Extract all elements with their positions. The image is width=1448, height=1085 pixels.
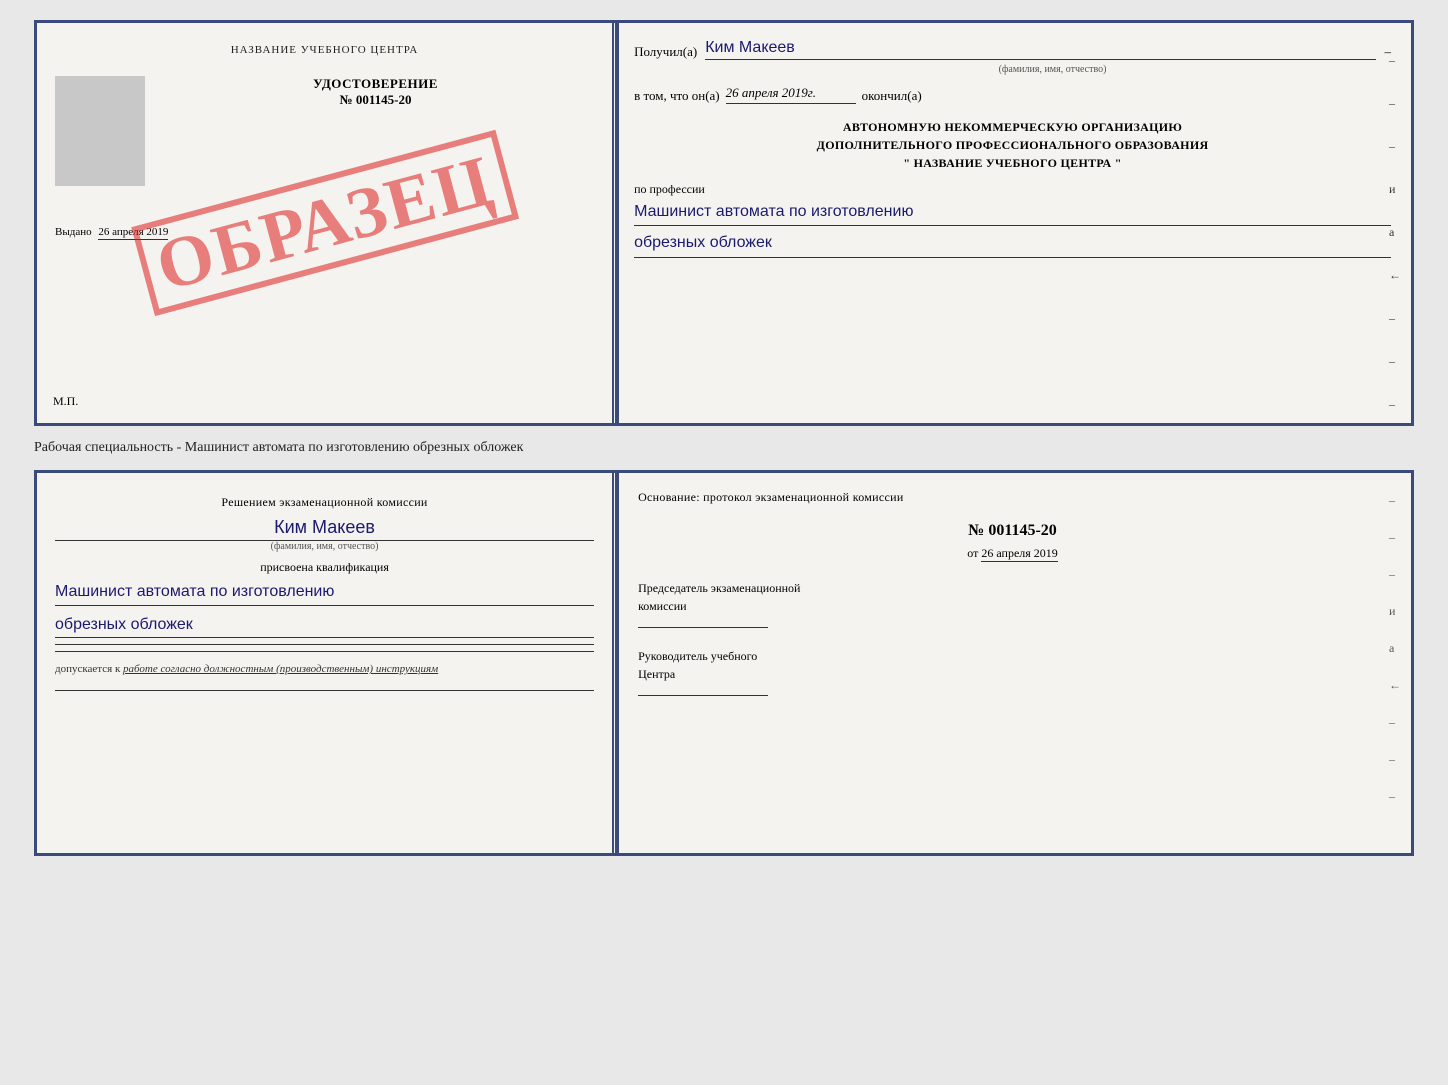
chairman-block: Председатель экзаменационной комиссии (638, 579, 1387, 633)
org-block: АВТОНОМНУЮ НЕКОММЕРЧЕСКУЮ ОРГАНИЗАЦИЮ ДО… (634, 118, 1391, 172)
mp-label: М.П. (53, 394, 78, 409)
protocol-date: от 26 апреля 2019 (638, 546, 1387, 561)
cert-label: УДОСТОВЕРЕНИЕ (157, 76, 594, 92)
between-specialty-label: Рабочая специальность - Машинист автомат… (34, 438, 1414, 458)
chairman-sig-line (638, 627, 768, 628)
chairman-label2: комиссии (638, 597, 1387, 615)
date-value: 26 апреля 2019г. (726, 85, 856, 104)
chairman-label: Председатель экзаменационной (638, 579, 1387, 597)
cert-number: № 001145-20 (157, 92, 594, 108)
cert2-right-panel: Основание: протокол экзаменационной коми… (614, 473, 1411, 853)
date-suffix: окончил(а) (862, 88, 922, 104)
profession-value-line2: обрезных обложек (634, 232, 1391, 257)
fio-hint2: (фамилия, имя, отчество) (55, 541, 594, 552)
margin-indicators-top: – – – и а ← – – – (1389, 53, 1401, 412)
recipient-name: Ким Макеев (705, 39, 1376, 60)
qualification-value-1: Машинист автомата по изготовлению (55, 579, 594, 606)
recipient-row: Получил(а) Ким Макеев – (634, 39, 1391, 60)
qualification-label: присвоена квалификация (55, 560, 594, 575)
protocol-date-value: 26 апреля 2019 (981, 546, 1057, 562)
commission-title: Решением экзаменационной комиссии (55, 493, 594, 511)
fio-hint-top: (фамилия, имя, отчество) (714, 64, 1391, 75)
separator3 (55, 690, 594, 691)
issued-date: 26 апреля 2019 (98, 226, 168, 240)
protocol-number: № 001145-20 (638, 522, 1387, 540)
cert-right-panel: Получил(а) Ким Макеев – (фамилия, имя, о… (614, 23, 1411, 423)
head-sig-line (638, 695, 768, 696)
certificate-top: НАЗВАНИЕ УЧЕБНОГО ЦЕНТРА УДОСТОВЕРЕНИЕ №… (34, 20, 1414, 426)
cert-left-panel: НАЗВАНИЕ УЧЕБНОГО ЦЕНТРА УДОСТОВЕРЕНИЕ №… (37, 23, 614, 423)
допуск-prefix: допускается к (55, 663, 120, 675)
person-name-cursive: Ким Макеев (55, 517, 594, 541)
protocol-date-prefix: от (967, 546, 978, 560)
profession-label: по профессии (634, 182, 1391, 197)
issued-label: Выдано (55, 226, 92, 238)
certificate-bottom: Решением экзаменационной комиссии Ким Ма… (34, 470, 1414, 856)
head-block: Руководитель учебного Центра (638, 647, 1387, 701)
org-line2: ДОПОЛНИТЕЛЬНОГО ПРОФЕССИОНАЛЬНОГО ОБРАЗО… (634, 136, 1391, 154)
school-name-top: НАЗВАНИЕ УЧЕБНОГО ЦЕНТРА (55, 43, 594, 58)
org-line1: АВТОНОМНУЮ НЕКОММЕРЧЕСКУЮ ОРГАНИЗАЦИЮ (634, 118, 1391, 136)
допуск-italic: работе согласно должностным (производств… (123, 663, 438, 675)
issued-line: Выдано 26 апреля 2019 (55, 226, 594, 238)
head-label2: Центра (638, 665, 1387, 683)
head-label: Руководитель учебного (638, 647, 1387, 665)
margin-indicators-bottom: – – – и а ← – – – (1389, 493, 1401, 804)
qualification-value-2: обрезных обложек (55, 612, 594, 639)
date-label: в том, что он(а) (634, 88, 720, 104)
допуск-block: допускается к работе согласно должностны… (55, 662, 594, 677)
date-row: в том, что он(а) 26 апреля 2019г. окончи… (634, 85, 1391, 104)
cert2-left-panel: Решением экзаменационной комиссии Ким Ма… (37, 473, 614, 853)
osnova-title: Основание: протокол экзаменационной коми… (638, 489, 1387, 506)
separator2 (55, 651, 594, 652)
org-line3: " НАЗВАНИЕ УЧЕБНОГО ЦЕНТРА " (634, 154, 1391, 172)
separator1 (55, 644, 594, 645)
recipient-label: Получил(а) (634, 44, 697, 60)
photo-placeholder (55, 76, 145, 186)
profession-value-line1: Машинист автомата по изготовлению (634, 201, 1391, 226)
